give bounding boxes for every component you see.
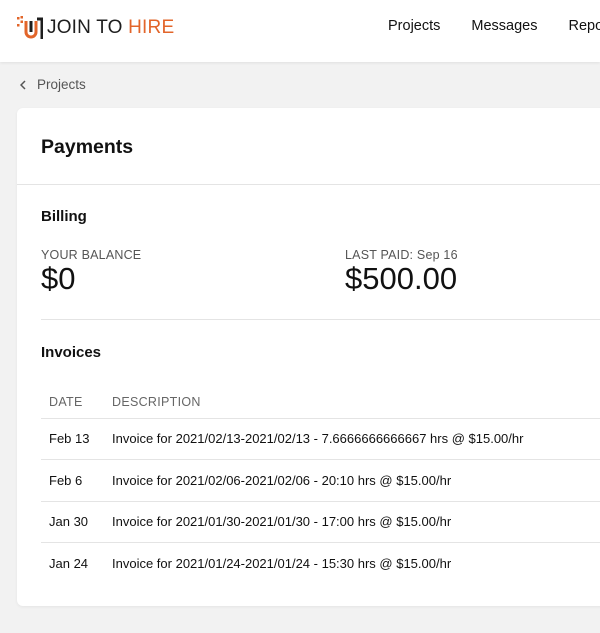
invoice-date: Jan 30 [41, 501, 105, 543]
brand-hire-text: HIRE [128, 17, 175, 38]
chevron-left-icon [20, 79, 26, 90]
column-header-description: DESCRIPTION [105, 387, 600, 419]
brand-logo-icon [17, 16, 43, 39]
invoice-date: Jan 24 [49, 556, 89, 571]
table-row[interactable]: Jan 30 Invoice for 2021/01/30-2021/01/30… [41, 501, 600, 543]
table-header-row: DATE DESCRIPTION [41, 387, 600, 419]
balance-value: $0 [41, 261, 76, 296]
brand-join-text: JOIN TO [47, 17, 129, 38]
table-row[interactable]: Feb 6 Invoice for 2021/02/06-2021/02/06 … [41, 459, 600, 502]
balance-block: YOUR BALANCE $0 [41, 248, 141, 296]
column-header-date: DATE [41, 387, 105, 419]
brand-wordmark: JOIN TO HIRE [47, 17, 174, 39]
invoice-date: Feb 6 [41, 459, 105, 502]
brand-logo[interactable]: JOIN TO HIRE [17, 15, 174, 41]
payments-card: Payments Billing YOUR BALANCE $0 LAST PA… [17, 108, 600, 606]
billing-title: Billing [41, 208, 87, 225]
invoice-description: Invoice for 2021/02/06-2021/02/06 - 20:1… [105, 459, 600, 502]
section-divider [41, 319, 600, 320]
breadcrumb[interactable]: Projects [20, 77, 86, 92]
table-row[interactable]: Jan 24 Invoice for 2021/01/24-2021/01/24… [41, 543, 600, 585]
last-paid-block: LAST PAID: Sep 16 $500.00 [345, 248, 458, 296]
invoice-date: Feb 13 [41, 418, 105, 460]
invoices-title: Invoices [41, 344, 102, 361]
invoices-table: DATE DESCRIPTION Feb 13 Invoice for 2021… [41, 387, 600, 584]
last-paid-label: LAST PAID: Sep 16 [345, 248, 458, 262]
table-row[interactable]: Feb 13 Invoice for 2021/02/13-2021/02/13… [41, 418, 600, 460]
page-title: Payments [41, 136, 134, 158]
main-nav: Projects Messages Reports [388, 18, 600, 34]
card-header: Payments [17, 108, 600, 185]
breadcrumb-projects-link[interactable]: Projects [37, 77, 86, 92]
invoice-description: Invoice for 2021/01/24-2021/01/24 - 15:3… [112, 556, 452, 571]
invoice-description: Invoice for 2021/01/30-2021/01/30 - 17:0… [105, 501, 600, 543]
nav-item-messages[interactable]: Messages [471, 18, 537, 34]
nav-item-projects[interactable]: Projects [388, 18, 440, 34]
nav-item-reports[interactable]: Reports [568, 18, 600, 34]
last-paid-value: $500.00 [345, 261, 458, 296]
invoice-description: Invoice for 2021/02/13-2021/02/13 - 7.66… [105, 418, 600, 460]
top-navbar: JOIN TO HIRE Projects Messages Reports [0, 0, 600, 62]
balance-label: YOUR BALANCE [41, 248, 142, 262]
